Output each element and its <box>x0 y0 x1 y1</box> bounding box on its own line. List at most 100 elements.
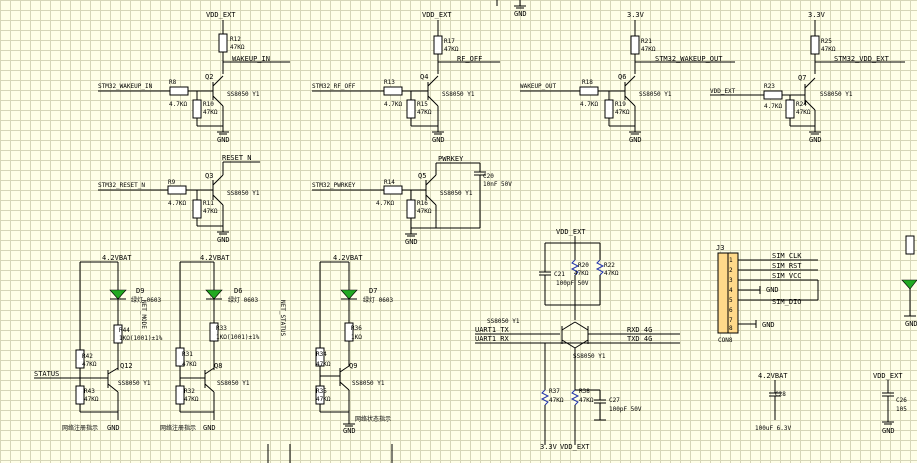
svg-text:47KΩ: 47KΩ <box>615 109 630 116</box>
svg-text:R25: R25 <box>821 38 832 45</box>
svg-text:C20: C20 <box>483 173 494 180</box>
svg-text:GND: GND <box>217 236 230 244</box>
resistor-R16 <box>406 199 416 219</box>
svg-text:R18: R18 <box>582 79 593 86</box>
svg-text:4.7KΩ: 4.7KΩ <box>169 101 187 108</box>
svg-text:SS8050 Y1: SS8050 Y1 <box>227 91 260 98</box>
svg-text:C21: C21 <box>554 271 565 278</box>
svg-text:SS8050 Y1: SS8050 Y1 <box>217 380 250 387</box>
svg-text:NET_MODE: NET_MODE <box>140 300 147 329</box>
svg-text:绿灯 0603: 绿灯 0603 <box>228 296 258 304</box>
svg-text:GND: GND <box>343 427 356 435</box>
svg-text:1KΩ(1001)±1%: 1KΩ(1001)±1% <box>216 334 260 341</box>
svg-text:Q12: Q12 <box>120 362 133 370</box>
svg-text:GND: GND <box>217 136 230 144</box>
svg-text:VDD_EXT: VDD_EXT <box>710 88 736 95</box>
svg-text:GND: GND <box>905 320 917 328</box>
svg-text:47KΩ: 47KΩ <box>604 270 619 277</box>
circuit-netstatus-led: 4.2VBAT D7 绿灯 0603 NET_STATUS R36 1KΩ R3… <box>279 254 393 435</box>
svg-text:SIM_CLK: SIM_CLK <box>772 252 802 260</box>
svg-text:R33: R33 <box>216 325 227 332</box>
svg-text:SIM_RST: SIM_RST <box>772 262 802 270</box>
svg-text:4.7KΩ: 4.7KΩ <box>376 200 394 207</box>
resistor-R23 <box>763 90 783 100</box>
svg-text:4.2VBAT: 4.2VBAT <box>102 254 132 262</box>
svg-text:R20: R20 <box>578 262 589 269</box>
resistor-R18 <box>579 86 599 96</box>
svg-text:RESET_N: RESET_N <box>222 154 252 162</box>
svg-text:Q7: Q7 <box>798 74 806 82</box>
svg-text:UART1_RX: UART1_RX <box>475 335 510 343</box>
svg-text:STM32_WAKEUP_OUT: STM32_WAKEUP_OUT <box>655 55 723 63</box>
svg-text:C28: C28 <box>775 391 786 398</box>
svg-text:SS8050 Y1: SS8050 Y1 <box>820 91 853 98</box>
svg-text:R38: R38 <box>579 388 590 395</box>
svg-text:R16: R16 <box>417 200 428 207</box>
svg-text:GND: GND <box>766 286 779 294</box>
resistor-R11 <box>192 199 202 219</box>
svg-text:47KΩ: 47KΩ <box>641 46 656 53</box>
svg-text:47KΩ: 47KΩ <box>549 397 564 404</box>
svg-text:3.3V: 3.3V <box>540 443 558 451</box>
led-D6 <box>205 289 223 300</box>
resistor-R32 <box>175 385 185 405</box>
circuit-reset: RESET_N STM32_RESET_N R9 4.7KΩ R11 47KΩ … <box>98 154 260 244</box>
svg-text:GND: GND <box>405 238 418 246</box>
svg-text:47KΩ: 47KΩ <box>182 361 197 368</box>
resistor-R43 <box>75 385 85 405</box>
circuit-wakeup-out: 3.3V R21 47KΩ STM32_WAKEUP_OUT WAKEUP_OU… <box>520 11 735 144</box>
svg-text:3: 3 <box>729 277 733 284</box>
svg-text:SIM_DIO: SIM_DIO <box>772 298 802 306</box>
svg-text:GND: GND <box>762 321 775 329</box>
svg-text:R44: R44 <box>119 327 130 334</box>
svg-text:SIM_VCC: SIM_VCC <box>772 272 802 280</box>
svg-text:GND: GND <box>882 427 895 435</box>
svg-text:47KΩ: 47KΩ <box>230 44 245 51</box>
svg-text:6: 6 <box>729 307 733 314</box>
svg-text:TXD_4G: TXD_4G <box>627 335 652 343</box>
svg-text:R13: R13 <box>384 79 395 86</box>
svg-text:R23: R23 <box>764 83 775 90</box>
svg-text:SS8050 Y1: SS8050 Y1 <box>227 190 260 197</box>
svg-text:R17: R17 <box>444 38 455 45</box>
svg-text:1: 1 <box>729 257 733 264</box>
svg-text:GND: GND <box>514 10 527 18</box>
svg-text:WAKEUP_IN: WAKEUP_IN <box>232 55 270 63</box>
resistor-R13 <box>383 86 403 96</box>
svg-text:NET_STATUS: NET_STATUS <box>279 300 286 337</box>
svg-text:4.2VBAT: 4.2VBAT <box>333 254 363 262</box>
svg-text:Q9: Q9 <box>349 362 357 370</box>
svg-text:R35: R35 <box>316 388 327 395</box>
svg-text:VDD_EXT: VDD_EXT <box>422 11 452 19</box>
svg-text:PWRKEY: PWRKEY <box>438 155 464 163</box>
resistor-R14 <box>383 185 403 195</box>
svg-text:10nF 50V: 10nF 50V <box>483 181 512 188</box>
svg-text:RXD_4G: RXD_4G <box>627 326 652 334</box>
svg-text:D7: D7 <box>369 287 377 295</box>
svg-text:R32: R32 <box>184 388 195 395</box>
svg-text:STM32_WAKEUP_IN: STM32_WAKEUP_IN <box>98 83 153 90</box>
svg-text:2: 2 <box>729 267 733 274</box>
svg-text:7: 7 <box>729 317 733 324</box>
svg-text:4.7KΩ: 4.7KΩ <box>168 200 186 207</box>
svg-text:Q2: Q2 <box>205 73 213 81</box>
svg-text:GND: GND <box>107 424 120 432</box>
svg-text:47KΩ: 47KΩ <box>444 46 459 53</box>
svg-text:105: 105 <box>896 406 907 413</box>
svg-text:100pF 50V: 100pF 50V <box>556 280 589 287</box>
resistor-R12 <box>218 33 228 53</box>
svg-text:R22: R22 <box>604 262 615 269</box>
svg-text:R43: R43 <box>84 388 95 395</box>
svg-text:4.2VBAT: 4.2VBAT <box>758 372 788 380</box>
svg-text:100pF 50V: 100pF 50V <box>609 406 642 413</box>
svg-text:SS8050 Y1: SS8050 Y1 <box>442 91 475 98</box>
svg-text:C27: C27 <box>609 397 620 404</box>
svg-text:47KΩ: 47KΩ <box>203 109 218 116</box>
svg-text:C26: C26 <box>896 397 907 404</box>
svg-text:R21: R21 <box>641 38 652 45</box>
resistor-R19 <box>604 99 614 119</box>
svg-text:47KΩ: 47KΩ <box>203 208 218 215</box>
svg-text:网络注册指示: 网络注册指示 <box>62 424 98 432</box>
svg-text:R36: R36 <box>351 325 362 332</box>
svg-text:VDD_EXT: VDD_EXT <box>873 372 903 380</box>
